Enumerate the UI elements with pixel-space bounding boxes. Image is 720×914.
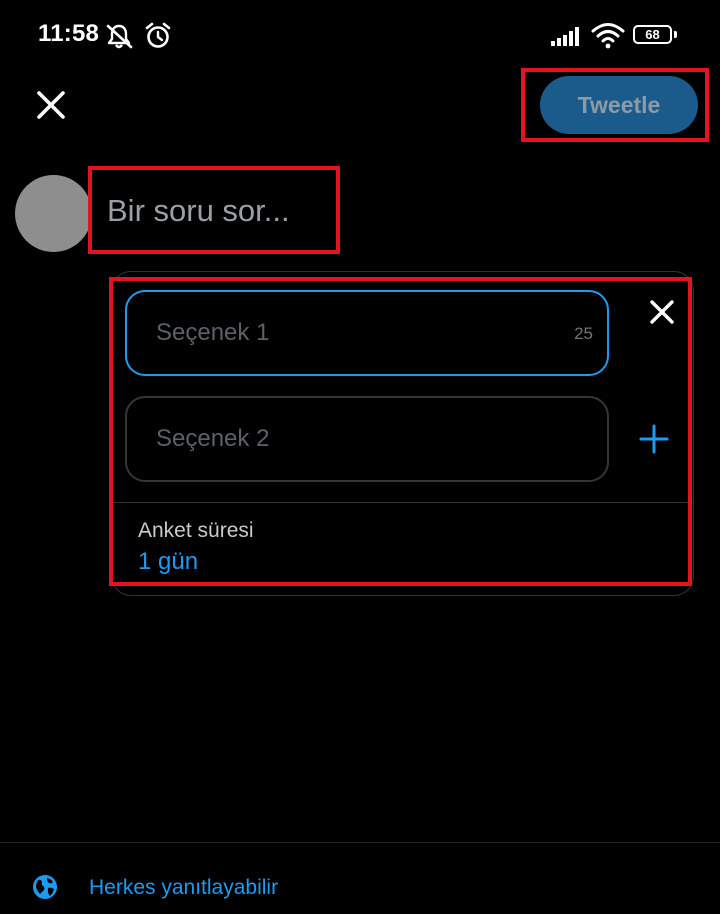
poll-choice-2-input[interactable] [127,398,607,480]
poll-question-input[interactable] [90,168,336,254]
poll-choice-1: 25 [125,290,609,376]
poll-divider [112,502,693,503]
plus-icon[interactable] [637,422,671,456]
battery-nub [674,31,677,38]
reply-setting-button[interactable]: Herkes yanıtlayabilir [0,843,720,914]
mute-bell-icon [106,24,133,49]
status-bar: 11:58 68 [0,0,720,70]
tweet-button[interactable]: Tweetle [540,76,698,134]
avatar [15,175,92,252]
signal-icon [551,27,579,46]
alarm-clock-icon [145,22,171,48]
poll-choice-2 [125,396,609,482]
close-icon[interactable] [28,82,74,128]
char-count: 25 [574,324,593,343]
battery-icon: 68 [633,25,672,44]
wifi-icon [591,23,625,49]
poll-choice-1-input[interactable] [127,292,607,374]
remove-poll-close-icon[interactable] [645,295,679,329]
reply-setting-label: Herkes yanıtlayabilir [89,876,279,899]
status-time: 11:58 [38,20,100,47]
poll-length-value: 1 gün [138,548,199,575]
globe-icon [33,875,57,899]
poll-length-label: Anket süresi [138,519,254,542]
poll-length-selector[interactable]: Anket süresi 1 gün [114,505,688,585]
